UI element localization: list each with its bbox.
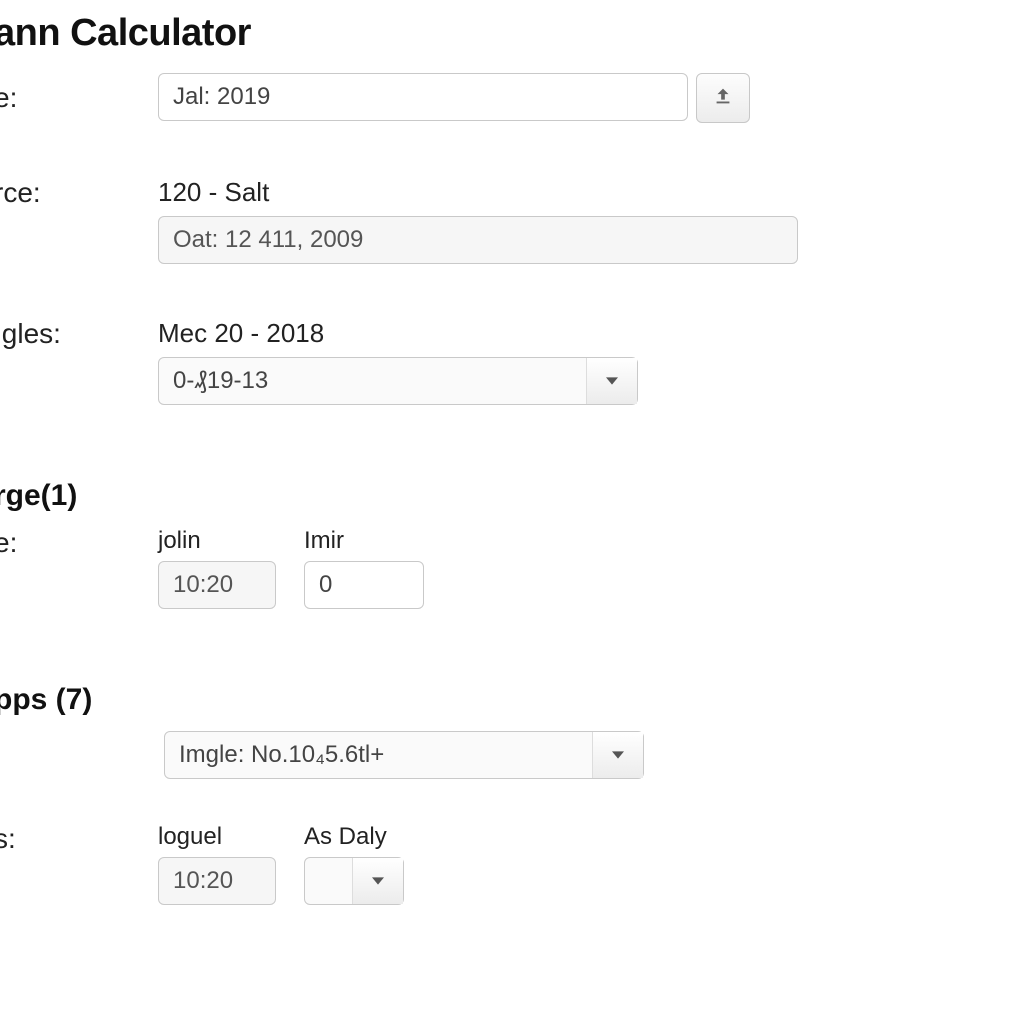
source-readonly: Oat: 12 411, 2009 (158, 216, 798, 264)
loguel-input[interactable]: 10:20 (158, 857, 276, 905)
row-angles: ıgles: Mec 20 - 2018 0-₰19-13 (0, 318, 1024, 405)
chevron-down-icon (586, 358, 637, 404)
page-title: ann Calculator (0, 12, 1024, 55)
jolin-value: 10:20 (173, 571, 233, 599)
row-name: e: Jal: 2019 (0, 73, 1024, 123)
label-source: rce: (0, 177, 158, 209)
pps-select-value: Imgle: No.10₄5.6tl+ (179, 741, 384, 769)
imir-value: 0 (319, 571, 332, 599)
angles-text: Mec 20 - 2018 (158, 318, 996, 349)
imir-input[interactable]: 0 (304, 561, 424, 609)
name-input[interactable]: Jal: 2019 (158, 73, 688, 121)
jolin-label: jolin (158, 527, 276, 555)
angles-select[interactable]: 0-₰19-13 (158, 357, 638, 405)
loguel-value: 10:20 (173, 867, 233, 895)
row-source: rce: 120 - Salt Oat: 12 411, 2009 (0, 177, 1024, 264)
chevron-down-icon (352, 858, 403, 904)
chevron-down-icon (592, 732, 643, 778)
source-readonly-text: Oat: 12 411, 2009 (173, 226, 363, 254)
section-rge-heading: rge(1) (0, 479, 1024, 513)
imir-label: Imir (304, 527, 424, 555)
upload-icon (712, 85, 734, 112)
label-angles: ıgles: (0, 318, 158, 350)
loguel-label: loguel (158, 823, 276, 851)
jolin-input[interactable]: 10:20 (158, 561, 276, 609)
pps-select[interactable]: Imgle: No.10₄5.6tl+ (164, 731, 644, 779)
row-time1: e: jolin 10:20 Imir 0 (0, 527, 1024, 609)
label-time1: e: (0, 527, 158, 559)
label-name: e: (0, 82, 158, 114)
row-s: s: loguel 10:20 As Daly (0, 823, 1024, 905)
section-pps-heading: pps (7) (0, 683, 1024, 717)
angles-select-value: 0-₰19-13 (173, 367, 268, 395)
label-s: s: (0, 823, 158, 855)
attach-button[interactable] (696, 73, 750, 123)
asdaly-select[interactable] (304, 857, 404, 905)
asdaly-label: As Daly (304, 823, 404, 851)
source-text: 120 - Salt (158, 177, 996, 208)
row-pps: Imgle: No.10₄5.6tl+ (0, 731, 1024, 779)
name-input-text: Jal: 2019 (173, 83, 270, 111)
